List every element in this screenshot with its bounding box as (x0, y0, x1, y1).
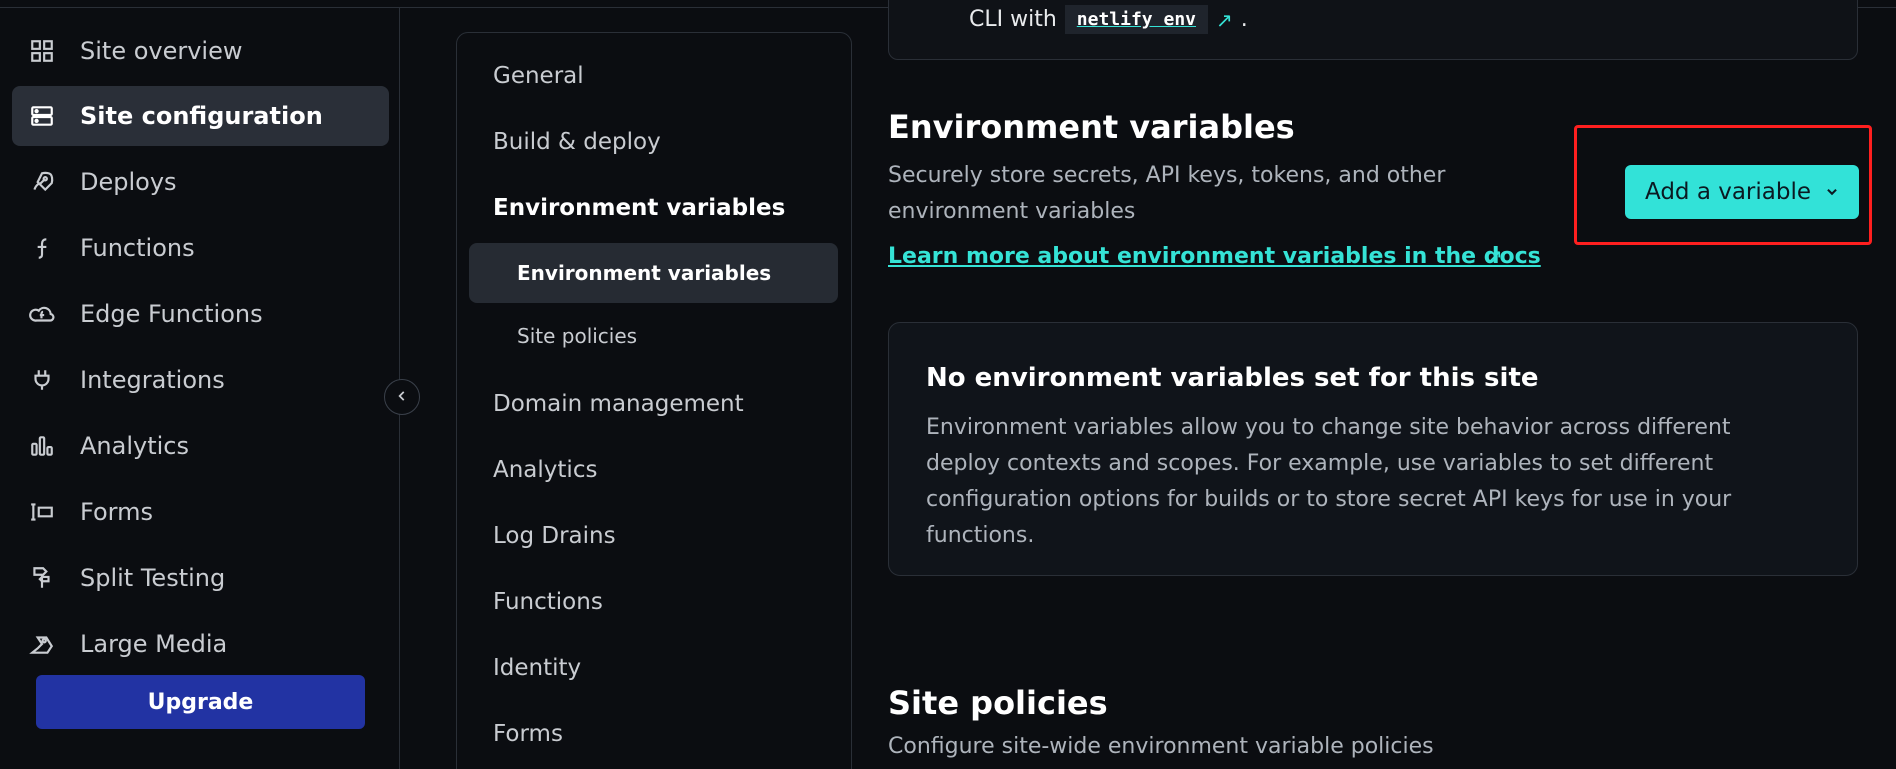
section-title-site-policies: Site policies (888, 684, 1108, 722)
settings-nav-domain-management[interactable]: Domain management (493, 391, 744, 417)
sidebar-item-label: Edge Functions (80, 300, 263, 328)
plug-icon (29, 367, 55, 393)
sidebar-item-edge-functions[interactable]: Edge Functions (12, 284, 389, 344)
sidebar-item-label: Large Media (80, 630, 228, 658)
sidebar-item-forms[interactable]: Forms (12, 482, 389, 542)
empty-state-body: Environment variables allow you to chang… (926, 415, 1732, 548)
settings-nav-build-deploy[interactable]: Build & deploy (493, 129, 661, 155)
sidebar-item-label: Functions (80, 234, 195, 262)
settings-nav-analytics[interactable]: Analytics (493, 457, 597, 483)
collapse-sidebar-button[interactable] (384, 379, 420, 415)
empty-state-card: No environment variables set for this si… (888, 322, 1858, 576)
cli-info-text: CLI with netlify env ↗ . (969, 5, 1248, 34)
sidebar-item-label: Integrations (80, 366, 225, 394)
learn-more-link[interactable]: Learn more about environment variables i… (888, 244, 1541, 269)
sidebar-item-label: Analytics (80, 432, 189, 460)
sidebar-item-label: Deploys (80, 168, 177, 196)
sidebar-item-label: Split Testing (80, 564, 226, 592)
forms-icon (29, 499, 55, 525)
settings-subnav-environment-variables[interactable]: Environment variables (469, 243, 838, 303)
settings-nav-general[interactable]: General (493, 63, 584, 89)
cloud-function-icon (29, 301, 55, 327)
cli-prefix: CLI with (969, 7, 1057, 32)
sidebar-item-split-testing[interactable]: Split Testing (12, 548, 389, 608)
add-variable-label: Add a variable (1644, 179, 1812, 205)
chevron-down-icon (1825, 179, 1839, 205)
settings-nav-log-drains[interactable]: Log Drains (493, 523, 616, 549)
sidebar-item-analytics[interactable]: Analytics (12, 416, 389, 476)
external-link-icon: ↗ (1486, 244, 1503, 268)
sidebar-item-label: Forms (80, 498, 153, 526)
external-link-icon: ↗ (1216, 7, 1233, 32)
settings-nav: General Build & deploy Environment varia… (456, 32, 852, 769)
function-icon (29, 235, 55, 261)
sidebar-item-site-overview[interactable]: Site overview (12, 21, 389, 81)
sidebar-item-large-media[interactable]: Large Media (12, 614, 389, 674)
sidebar-item-label: Site overview (80, 37, 243, 65)
bar-chart-icon (29, 433, 55, 459)
sidebar-item-site-configuration[interactable]: Site configuration (12, 86, 389, 146)
site-sidebar: Site overview Site configuration Deploys… (0, 8, 400, 769)
settings-nav-functions[interactable]: Functions (493, 589, 603, 615)
server-icon (29, 103, 55, 129)
settings-subnav-site-policies[interactable]: Site policies (469, 306, 838, 366)
chevron-left-icon (395, 388, 409, 407)
netlify-env-link[interactable]: netlify env (1064, 5, 1208, 34)
section-title-environment-variables: Environment variables (888, 108, 1295, 146)
section-description: Securely store secrets, API keys, tokens… (888, 163, 1446, 224)
sidebar-item-deploys[interactable]: Deploys (12, 152, 389, 212)
grid-icon (29, 38, 55, 64)
empty-state-title: No environment variables set for this si… (926, 363, 1539, 393)
media-icon (29, 631, 55, 657)
rocket-icon (29, 169, 55, 195)
sidebar-item-label: Site configuration (80, 102, 323, 130)
settings-nav-identity[interactable]: Identity (493, 655, 581, 681)
add-variable-button[interactable]: Add a variable (1625, 165, 1859, 219)
sidebar-item-integrations[interactable]: Integrations (12, 350, 389, 410)
sidebar-item-functions[interactable]: Functions (12, 218, 389, 278)
settings-nav-forms[interactable]: Forms (493, 721, 563, 747)
cli-info-card: CLI with netlify env ↗ . (888, 0, 1858, 60)
split-icon (29, 565, 55, 591)
cli-suffix: . (1240, 7, 1248, 32)
upgrade-button[interactable]: Upgrade (36, 675, 365, 729)
settings-nav-environment-variables[interactable]: Environment variables (493, 195, 785, 221)
site-policies-description: Configure site-wide environment variable… (888, 734, 1434, 759)
